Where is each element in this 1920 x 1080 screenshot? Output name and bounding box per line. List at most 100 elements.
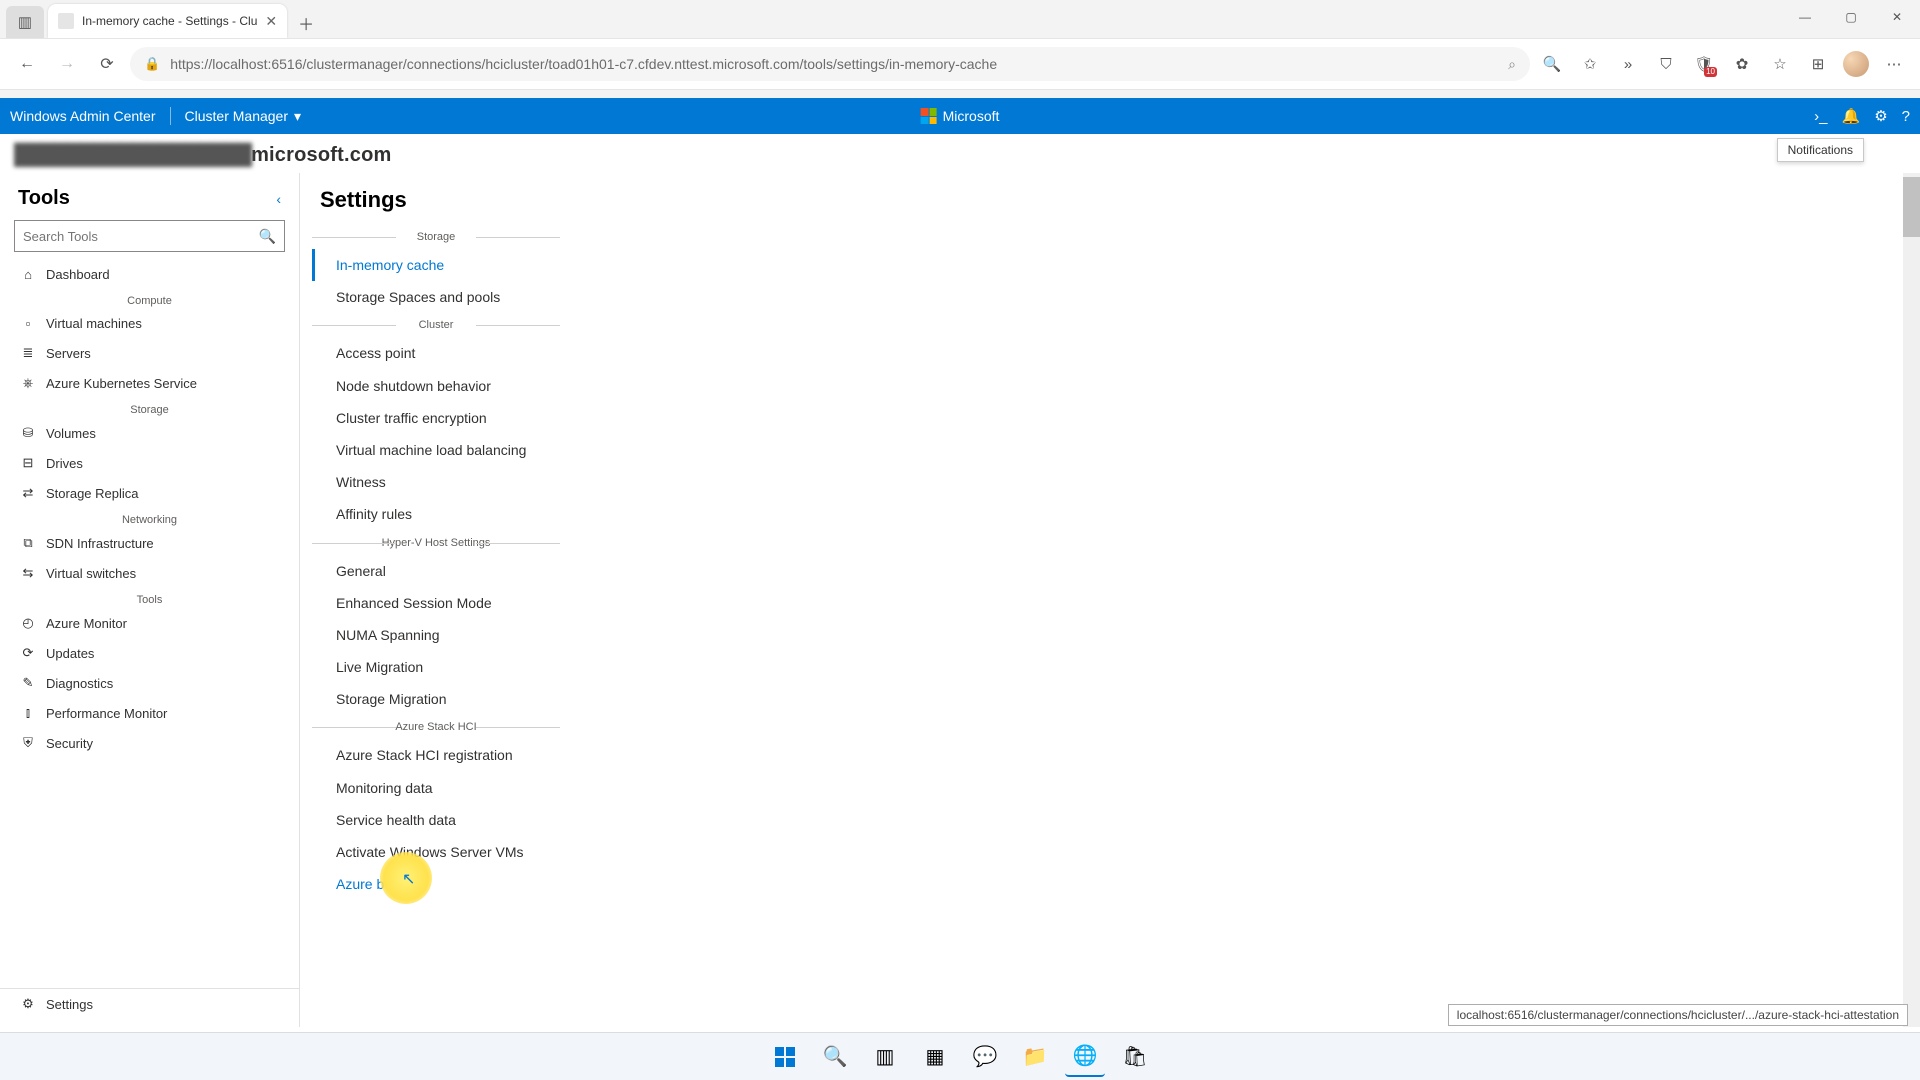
scrollbar[interactable] [1903, 173, 1920, 1027]
tab-title: In-memory cache - Settings - Clu [82, 14, 257, 28]
favorite-icon[interactable]: ✩ [1574, 48, 1606, 80]
wac-brand[interactable]: Windows Admin Center [10, 108, 156, 124]
tool-icon: ▫ [20, 316, 36, 331]
settings-nav-item[interactable]: Enhanced Session Mode [312, 587, 560, 619]
tool-item[interactable]: ⧉SDN Infrastructure [0, 528, 299, 558]
minimize-button[interactable]: — [1782, 0, 1828, 34]
settings-nav-item[interactable]: Affinity rules [312, 498, 560, 530]
tool-item[interactable]: ▫Virtual machines [0, 309, 299, 338]
refresh-button[interactable]: ⟳ [90, 47, 124, 81]
context-label: Cluster Manager [185, 108, 289, 124]
reader-icon[interactable]: ⌕ [1508, 56, 1516, 73]
edge-icon[interactable]: 🌐 [1065, 1037, 1105, 1077]
main-layout: Tools ‹ 🔍 ⌂DashboardCompute▫Virtual mach… [0, 173, 1920, 1027]
url-text: https://localhost:6516/clustermanager/co… [170, 56, 1498, 72]
forward-button[interactable]: → [50, 47, 84, 81]
extensions-icon[interactable]: ✿ [1726, 48, 1758, 80]
back-button[interactable]: ← [10, 47, 44, 81]
tool-item[interactable]: ⇆Virtual switches [0, 558, 299, 588]
settings-nav-item[interactable]: Virtual machine load balancing [312, 434, 560, 466]
collapse-chevron-icon[interactable]: ‹ [276, 191, 281, 207]
tools-search[interactable]: 🔍 [14, 220, 285, 252]
scrollbar-thumb[interactable] [1903, 177, 1920, 237]
separator [170, 107, 171, 125]
settings-content [560, 173, 1920, 1027]
new-tab-button[interactable]: ＋ [291, 8, 321, 38]
context-dropdown[interactable]: Cluster Manager ▾ [185, 108, 302, 125]
tool-label: Servers [46, 346, 91, 361]
overflow-chevron-icon[interactable]: » [1612, 48, 1644, 80]
notifications-icon[interactable]: 🔔 [1842, 107, 1861, 125]
tool-item[interactable]: ⟳Updates [0, 638, 299, 668]
tool-label: Performance Monitor [46, 706, 167, 721]
settings-nav-item[interactable]: General [312, 555, 560, 587]
page-title: Settings [312, 185, 560, 225]
settings-nav-item[interactable]: Activate Windows Server VMs [312, 836, 560, 868]
tool-label: Drives [46, 456, 83, 471]
tool-item[interactable]: ⎈Azure Kubernetes Service [0, 368, 299, 398]
chat-icon[interactable]: 💬 [965, 1037, 1005, 1077]
file-explorer-icon[interactable]: 📁 [1015, 1037, 1055, 1077]
tool-item[interactable]: ⇄Storage Replica [0, 478, 299, 508]
settings-nav-item[interactable]: Storage Migration [312, 683, 560, 715]
tool-item[interactable]: ⛨Security [0, 728, 299, 758]
tool-item[interactable]: ≣ Servers [0, 338, 299, 368]
address-row: ← → ⟳ 🔒 https://localhost:6516/clusterma… [0, 38, 1920, 90]
shopping-icon[interactable]: ⛉ [1650, 48, 1682, 80]
settings-label: Settings [46, 997, 93, 1012]
tool-icon: ≣ [20, 345, 36, 361]
favorites-bar-icon[interactable]: ☆ [1764, 48, 1796, 80]
settings-nav-item[interactable]: Live Migration [312, 651, 560, 683]
settings-nav-item[interactable]: In-memory cache [312, 249, 560, 281]
tool-icon: ✎ [20, 675, 36, 691]
status-bar-url: localhost:6516/clustermanager/connection… [1448, 1004, 1908, 1026]
powershell-icon[interactable]: ›_ [1814, 108, 1827, 125]
tool-item[interactable]: ⛁Volumes [0, 418, 299, 448]
tool-item[interactable]: ✎Diagnostics [0, 668, 299, 698]
store-icon[interactable]: 🛍 [1115, 1037, 1155, 1077]
sidebar-item-settings[interactable]: ⚙ Settings [0, 988, 299, 1019]
settings-nav-item[interactable]: Service health data [312, 804, 560, 836]
collections-icon[interactable]: ⊞ [1802, 48, 1834, 80]
settings-gear-icon[interactable]: ⚙ [1874, 107, 1887, 125]
help-icon[interactable]: ? [1902, 108, 1910, 125]
widgets-icon[interactable]: ▦ [915, 1037, 955, 1077]
tools-pane: Tools ‹ 🔍 ⌂DashboardCompute▫Virtual mach… [0, 173, 300, 1027]
profile-avatar[interactable] [1840, 48, 1872, 80]
settings-nav-item[interactable]: Witness [312, 466, 560, 498]
wac-right-icons: ›_ 🔔 ⚙ ? [1814, 107, 1910, 125]
more-icon[interactable]: ⋯ [1878, 48, 1910, 80]
tool-item[interactable]: ⌂Dashboard [0, 260, 299, 289]
settings-nav-item[interactable]: Cluster traffic encryption [312, 402, 560, 434]
settings-nav-item[interactable]: Node shutdown behavior [312, 370, 560, 402]
search-input[interactable] [23, 229, 253, 244]
tool-item[interactable]: ⫾Performance Monitor [0, 698, 299, 728]
tools-group-header: Storage [0, 398, 299, 418]
shield-icon[interactable]: 🛡10 [1688, 48, 1720, 80]
settings-nav-item[interactable]: Azure benefits↖ [312, 868, 560, 900]
tool-item[interactable]: ⊟Drives [0, 448, 299, 478]
vertical-tabs-button[interactable]: ▥ [6, 6, 44, 38]
close-icon[interactable]: ✕ [265, 13, 277, 30]
tool-icon: ⇄ [20, 485, 36, 501]
task-view-icon[interactable]: ▥ [865, 1037, 905, 1077]
settings-nav-item[interactable]: NUMA Spanning [312, 619, 560, 651]
chevron-down-icon: ▾ [294, 108, 301, 125]
tab-strip: ▥ In-memory cache - Settings - Clu ✕ ＋ —… [0, 0, 1920, 38]
start-button[interactable] [765, 1037, 805, 1077]
tool-label: SDN Infrastructure [46, 536, 154, 551]
settings-nav-item[interactable]: Storage Spaces and pools [312, 281, 560, 313]
settings-nav-item[interactable]: Monitoring data [312, 772, 560, 804]
tool-item[interactable]: ◴Azure Monitor [0, 608, 299, 638]
browser-tab[interactable]: In-memory cache - Settings - Clu ✕ [48, 4, 287, 38]
zoom-icon[interactable]: 🔍 [1536, 48, 1568, 80]
address-bar[interactable]: 🔒 https://localhost:6516/clustermanager/… [130, 47, 1530, 81]
close-window-button[interactable]: ✕ [1874, 0, 1920, 34]
ms-brand: Microsoft [921, 108, 1000, 124]
taskbar: 🔍 ▥ ▦ 💬 📁 🌐 🛍 [0, 1032, 1920, 1080]
taskbar-search-icon[interactable]: 🔍 [815, 1037, 855, 1077]
maximize-button[interactable]: ▢ [1828, 0, 1874, 34]
tools-group-header: Compute [0, 289, 299, 309]
settings-nav-item[interactable]: Access point [312, 337, 560, 369]
settings-nav-item[interactable]: Azure Stack HCI registration [312, 739, 560, 771]
